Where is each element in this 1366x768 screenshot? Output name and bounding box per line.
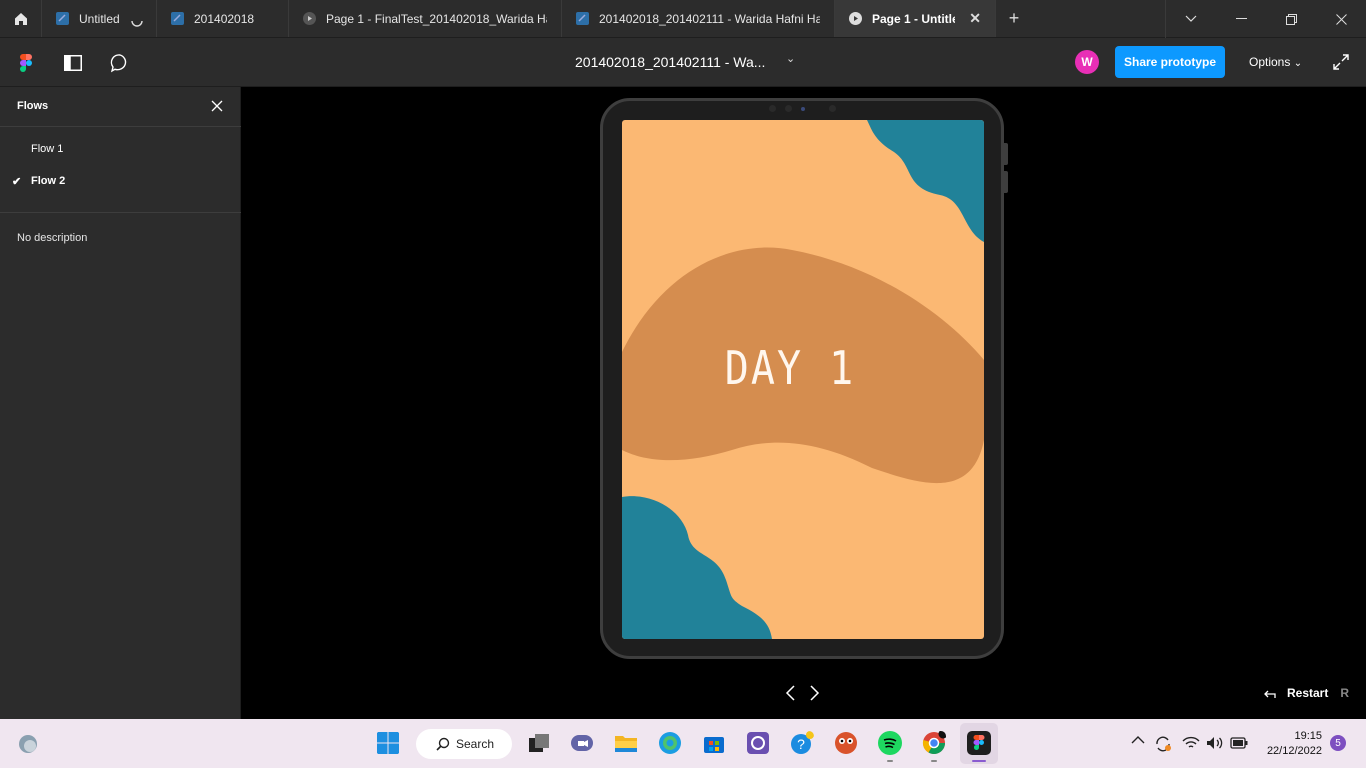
tab-page1-finaltest[interactable]: Page 1 - FinalTest_201402018_Warida Ha <box>289 0 562 37</box>
clock-date: 22/12/2022 <box>1266 745 1322 757</box>
tab-label: Page 1 - FinalTest_201402018_Warida Ha <box>326 11 547 26</box>
system-clock[interactable]: 19:15 22/12/2022 <box>1262 729 1322 759</box>
store-icon[interactable] <box>702 731 726 755</box>
prototype-screen[interactable]: DAY 1 <box>622 120 984 639</box>
app-icon[interactable] <box>746 731 770 755</box>
notification-badge[interactable]: 5 <box>1330 735 1346 751</box>
search-icon <box>436 737 450 751</box>
side-button <box>1004 143 1008 165</box>
chrome-icon[interactable] <box>922 731 946 755</box>
camera-dot <box>769 105 776 112</box>
camera-dot <box>785 105 792 112</box>
window-controls <box>1165 0 1366 38</box>
top-right-wave <box>867 120 984 242</box>
restore-icon[interactable] <box>1266 0 1316 38</box>
sync-icon[interactable] <box>1154 735 1172 753</box>
previous-frame-icon[interactable] <box>782 684 800 702</box>
divider <box>0 126 241 127</box>
options-label: Options <box>1249 55 1291 69</box>
chevron-down-icon[interactable] <box>1166 0 1216 38</box>
play-icon <box>849 12 862 25</box>
comment-icon[interactable] <box>109 52 131 74</box>
tab-untitled[interactable]: Untitled <box>42 0 157 37</box>
restart-shortcut: R <box>1340 686 1350 700</box>
side-button <box>1004 171 1008 193</box>
camera-dot <box>829 105 836 112</box>
windows-start-icon[interactable] <box>376 731 400 755</box>
chevron-down-icon: ⌄ <box>1293 58 1303 69</box>
tablet-frame: DAY 1 <box>600 98 1008 659</box>
task-view-icon[interactable] <box>527 731 551 755</box>
battery-icon[interactable] <box>1230 737 1248 749</box>
next-frame-icon[interactable] <box>805 684 823 702</box>
taskbar: Search ? 19:15 22/12/2022 5 <box>0 719 1366 768</box>
svg-text:?: ? <box>797 736 805 752</box>
loading-spinner-icon <box>131 20 143 27</box>
flow-label: Flow 1 <box>31 143 64 155</box>
tab-label: Untitled <box>79 11 120 26</box>
divider <box>0 212 241 213</box>
figma-file-icon <box>56 12 69 25</box>
flows-sidebar: Flows Flow 1 ✔ Flow 2 No description <box>0 87 241 719</box>
restart-button[interactable]: Restart R <box>1263 686 1349 700</box>
running-indicator <box>887 760 893 762</box>
figma-logo-icon[interactable] <box>15 52 37 74</box>
tab-bar: Untitled 201402018 Page 1 - FinalTest_20… <box>0 0 1366 38</box>
figma-file-icon <box>171 12 184 25</box>
figma-file-icon <box>576 12 589 25</box>
running-indicator <box>972 760 986 762</box>
play-icon <box>303 12 316 25</box>
help-icon[interactable]: ? <box>790 731 814 755</box>
avatar[interactable]: W <box>1075 50 1099 74</box>
tab-201402018-201402111[interactable]: 201402018_201402111 - Warida Hafni Has <box>562 0 835 37</box>
tab-label: 201402018_201402111 - Warida Hafni Has <box>599 11 820 26</box>
close-icon[interactable] <box>208 97 226 115</box>
camera-lens <box>801 107 805 111</box>
volume-icon[interactable] <box>1206 736 1224 750</box>
close-tab-icon[interactable]: ✕ <box>969 10 981 27</box>
flow-item-2[interactable]: ✔ Flow 2 <box>0 167 240 195</box>
search-label: Search <box>456 737 495 751</box>
chevron-down-icon[interactable]: ⌄ <box>786 52 795 65</box>
file-explorer-icon[interactable] <box>614 731 638 755</box>
tab-201402018[interactable]: 201402018 <box>157 0 289 37</box>
share-prototype-button[interactable]: Share prototype <box>1115 46 1225 78</box>
checkmark-icon: ✔ <box>12 176 22 188</box>
wifi-icon[interactable] <box>1182 736 1200 750</box>
flow-label: Flow 2 <box>31 175 66 187</box>
edge-icon[interactable] <box>658 731 682 755</box>
game-icon[interactable] <box>834 731 858 755</box>
spotify-icon[interactable] <box>878 731 902 755</box>
prototype-canvas: DAY 1 Restart R <box>241 87 1366 719</box>
flow-item-1[interactable]: Flow 1 <box>0 135 240 163</box>
figma-app-icon[interactable] <box>967 731 991 755</box>
restart-label: Restart <box>1287 686 1329 700</box>
tab-label: 201402018 <box>194 11 255 26</box>
screen-title: DAY 1 <box>724 342 856 396</box>
close-window-icon[interactable] <box>1316 0 1366 38</box>
file-title[interactable]: 201402018_201402111 - Wa... <box>575 54 765 70</box>
options-button[interactable]: Options ⌄ <box>1249 55 1302 69</box>
running-indicator <box>931 760 937 762</box>
tab-page1-untitled[interactable]: Page 1 - Untitled ✕ <box>835 0 996 37</box>
home-icon[interactable] <box>0 0 42 37</box>
new-tab-button[interactable]: + <box>996 0 1032 37</box>
chevron-up-icon[interactable] <box>1131 732 1145 748</box>
clock-time: 19:15 <box>1294 730 1322 742</box>
expand-icon[interactable] <box>1331 52 1351 72</box>
tab-label: Page 1 - Untitled <box>872 11 955 26</box>
bottom-left-wave <box>622 496 772 639</box>
flow-description: No description <box>17 232 88 244</box>
chat-icon[interactable] <box>570 731 594 755</box>
minimize-icon[interactable] <box>1216 0 1266 38</box>
taskbar-search[interactable]: Search <box>416 729 512 759</box>
sidebar-toggle-icon[interactable] <box>62 52 84 74</box>
flows-title: Flows <box>17 100 49 112</box>
restart-icon <box>1264 690 1276 698</box>
weather-icon[interactable] <box>17 733 39 755</box>
